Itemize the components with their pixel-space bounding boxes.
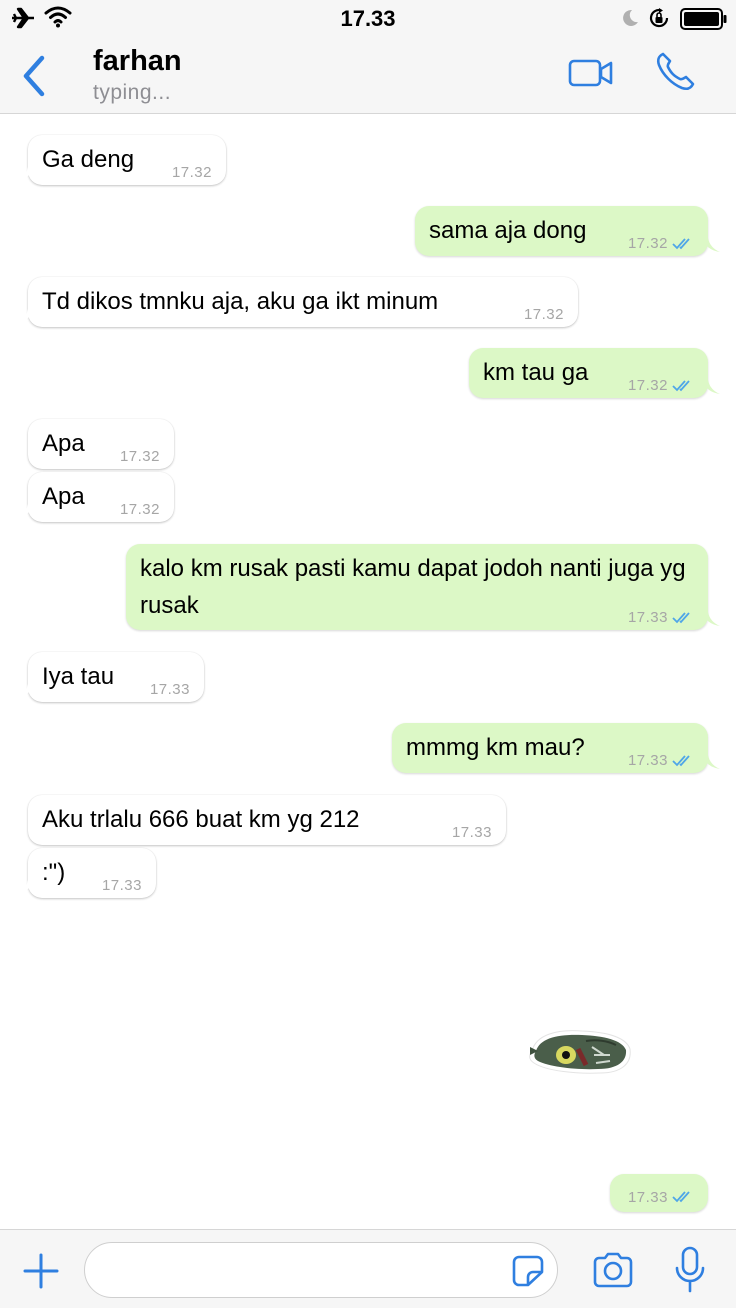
message-time: 17.32	[523, 306, 564, 323]
message-time: 17.33	[627, 1189, 668, 1206]
message-time: 17.33	[451, 824, 492, 841]
plus-icon[interactable]	[22, 1252, 60, 1290]
video-call-icon[interactable]	[568, 58, 614, 88]
back-chevron-icon[interactable]	[18, 54, 52, 98]
double-check-read-icon	[672, 380, 690, 392]
bubble-tail	[702, 755, 720, 769]
do-not-disturb-icon	[623, 9, 638, 26]
message-text: :")	[42, 859, 66, 886]
message-text: mmmg km mau?	[406, 734, 585, 761]
message-time: 17.33	[627, 609, 668, 626]
bubble-tail	[16, 167, 34, 181]
message-list[interactable]: Ga deng 17.32 sama aja dong 17.32 Td dik…	[0, 115, 736, 1229]
message-time: 17.32	[119, 448, 160, 465]
battery-icon	[680, 8, 727, 30]
double-check-read-icon	[672, 1191, 690, 1203]
outgoing-message[interactable]: sama aja dong 17.32	[415, 206, 720, 256]
bubble-tail	[16, 504, 34, 518]
message-time: 17.33	[149, 681, 190, 698]
double-check-read-icon	[672, 238, 690, 250]
message-time: 17.33	[101, 877, 142, 894]
green-creature-sticker-icon[interactable]	[526, 1025, 632, 1077]
incoming-message[interactable]: Apa 17.32	[16, 472, 174, 522]
incoming-message[interactable]: Iya tau 17.33	[16, 652, 204, 702]
double-check-read-icon	[672, 755, 690, 767]
message-text: Iya tau	[42, 663, 115, 690]
bubble-tail	[702, 612, 720, 626]
message-text: km tau ga	[483, 359, 589, 386]
message-text: Apa	[42, 483, 85, 510]
outgoing-message[interactable]: kalo km rusak pasti kamu dapat jodoh nan…	[126, 544, 720, 630]
incoming-message[interactable]: :") 17.33	[16, 848, 156, 898]
message-input[interactable]	[84, 1242, 558, 1298]
message-time: 17.32	[171, 164, 212, 181]
status-bar: 17.33	[0, 0, 736, 36]
incoming-message[interactable]: Aku trlalu 666 buat km yg 212 17.33	[28, 795, 506, 845]
outgoing-message[interactable]: mmmg km mau? 17.33	[392, 723, 720, 773]
rotation-lock-icon	[649, 8, 669, 28]
chat-header: farhan typing...	[0, 36, 736, 114]
outgoing-message[interactable]: km tau ga 17.32	[469, 348, 720, 398]
message-time: 17.32	[627, 235, 668, 252]
message-text: kalo km rusak pasti kamu dapat jodoh nan…	[140, 555, 686, 619]
message-time: 17.32	[119, 501, 160, 518]
bubble-tail	[16, 880, 34, 894]
bubble-tail	[16, 684, 34, 698]
message-time: 17.33	[627, 752, 668, 769]
incoming-message[interactable]: Td dikos tmnku aja, aku ga ikt minum 17.…	[16, 277, 578, 327]
phone-call-icon[interactable]	[654, 51, 696, 93]
double-check-read-icon	[672, 612, 690, 624]
message-text: Aku trlalu 666 buat km yg 212	[42, 806, 360, 833]
outgoing-sticker-meta[interactable]: 17.33	[610, 1174, 708, 1212]
message-text: sama aja dong	[429, 217, 587, 244]
incoming-message[interactable]: Apa 17.32	[28, 419, 174, 469]
sticker-icon[interactable]	[510, 1254, 546, 1288]
incoming-message[interactable]: Ga deng 17.32	[16, 135, 226, 185]
microphone-icon[interactable]	[674, 1246, 706, 1294]
message-text: Td dikos tmnku aja, aku ga ikt minum	[42, 288, 439, 315]
compose-bar	[0, 1229, 736, 1308]
bubble-tail	[16, 309, 34, 323]
bubble-tail	[702, 238, 720, 252]
bubble-tail	[702, 380, 720, 394]
message-time: 17.32	[627, 377, 668, 394]
message-text: Apa	[42, 430, 85, 457]
contact-status: typing...	[93, 81, 172, 104]
camera-icon[interactable]	[592, 1252, 634, 1288]
contact-name[interactable]: farhan	[93, 45, 182, 78]
message-text: Ga deng	[42, 146, 135, 173]
